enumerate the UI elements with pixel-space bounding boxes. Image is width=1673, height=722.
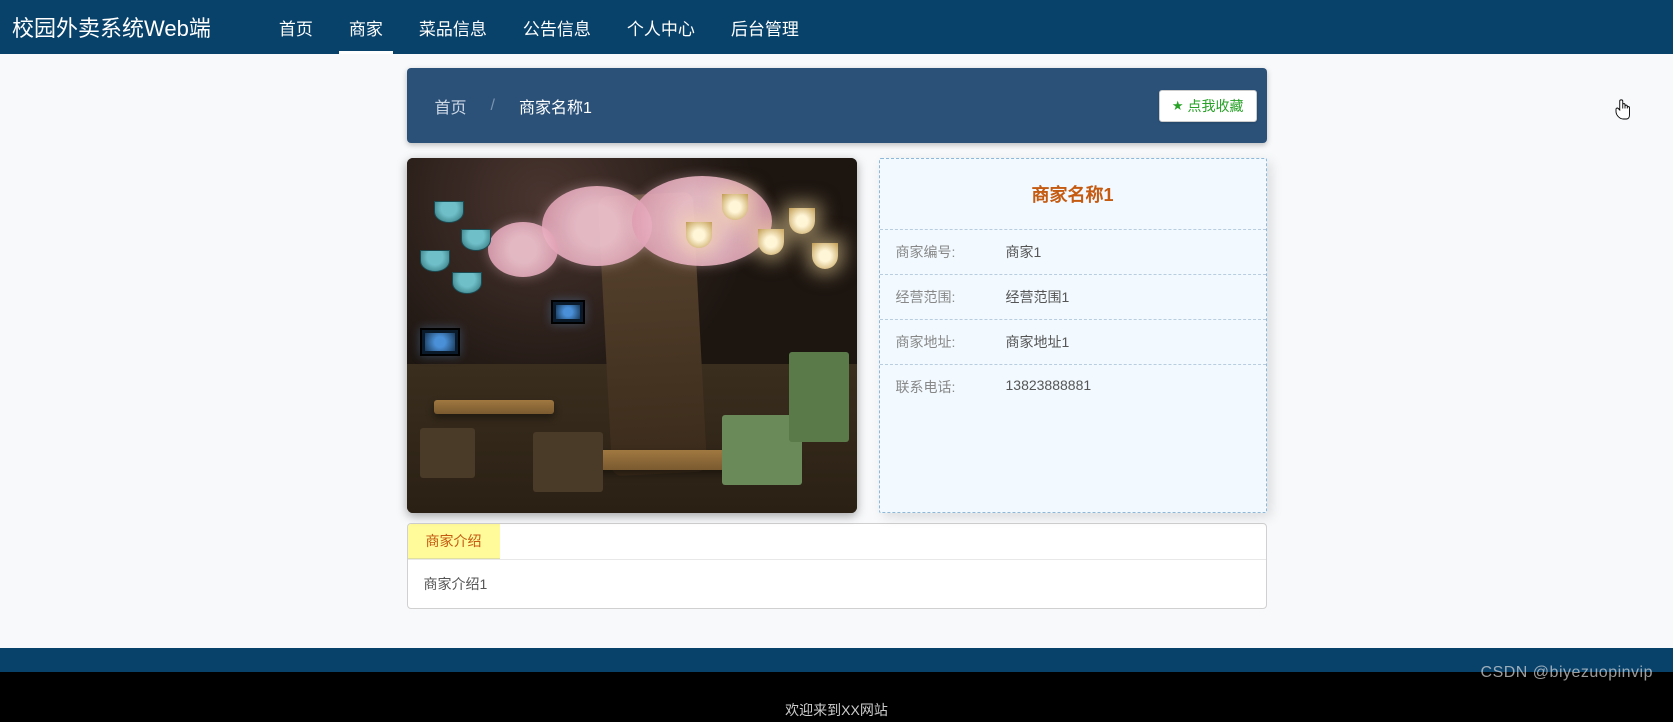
info-value: 13823888881 <box>1006 377 1092 397</box>
watermark: CSDN @biyezuopinvip <box>1481 664 1653 682</box>
info-label: 商家编号: <box>896 242 1006 262</box>
favorite-button-label: 点我收藏 <box>1188 96 1244 116</box>
intro-section: 商家介绍 商家介绍1 <box>407 523 1267 609</box>
info-value: 商家1 <box>1006 242 1042 262</box>
detail-row: 商家名称1 商家编号:商家1经营范围:经营范围1商家地址:商家地址1联系电话:1… <box>407 158 1267 513</box>
breadcrumb: 首页 / 商家名称1 ★ 点我收藏 <box>407 68 1267 143</box>
favorite-button[interactable]: ★ 点我收藏 <box>1159 90 1257 122</box>
footer-text: 欢迎来到XX网站 <box>785 702 888 718</box>
info-row-3: 联系电话:13823888881 <box>880 365 1266 409</box>
nav-item-3[interactable]: 公告信息 <box>505 0 609 54</box>
footer-bottom: 欢迎来到XX网站 <box>0 672 1673 722</box>
brand-title: 校园外卖系统Web端 <box>12 11 211 43</box>
merchant-info-panel: 商家名称1 商家编号:商家1经营范围:经营范围1商家地址:商家地址1联系电话:1… <box>879 158 1267 513</box>
breadcrumb-current: 商家名称1 <box>519 94 592 118</box>
nav-item-5[interactable]: 后台管理 <box>713 0 817 54</box>
merchant-title: 商家名称1 <box>880 159 1266 230</box>
info-row-1: 经营范围:经营范围1 <box>880 275 1266 320</box>
info-fields: 商家编号:商家1经营范围:经营范围1商家地址:商家地址1联系电话:1382388… <box>880 230 1266 409</box>
info-label: 商家地址: <box>896 332 1006 352</box>
top-navbar: 校园外卖系统Web端 首页商家菜品信息公告信息个人中心后台管理 <box>0 0 1673 54</box>
nav-item-1[interactable]: 商家 <box>331 0 401 54</box>
nav-items: 首页商家菜品信息公告信息个人中心后台管理 <box>261 0 817 54</box>
nav-item-4[interactable]: 个人中心 <box>609 0 713 54</box>
info-row-2: 商家地址:商家地址1 <box>880 320 1266 365</box>
intro-tab[interactable]: 商家介绍 <box>408 524 500 559</box>
info-label: 经营范围: <box>896 287 1006 307</box>
main-container: 首页 / 商家名称1 ★ 点我收藏 <box>407 68 1267 609</box>
info-row-0: 商家编号:商家1 <box>880 230 1266 275</box>
info-label: 联系电话: <box>896 377 1006 397</box>
intro-content: 商家介绍1 <box>408 559 1266 608</box>
info-value: 经营范围1 <box>1006 287 1070 307</box>
star-icon: ★ <box>1172 98 1184 114</box>
nav-item-0[interactable]: 首页 <box>261 0 331 54</box>
info-value: 商家地址1 <box>1006 332 1070 352</box>
nav-item-2[interactable]: 菜品信息 <box>401 0 505 54</box>
cursor-hand-icon <box>1613 99 1631 121</box>
breadcrumb-separator: / <box>491 97 495 115</box>
merchant-image <box>407 158 857 513</box>
breadcrumb-home-link[interactable]: 首页 <box>435 94 467 118</box>
